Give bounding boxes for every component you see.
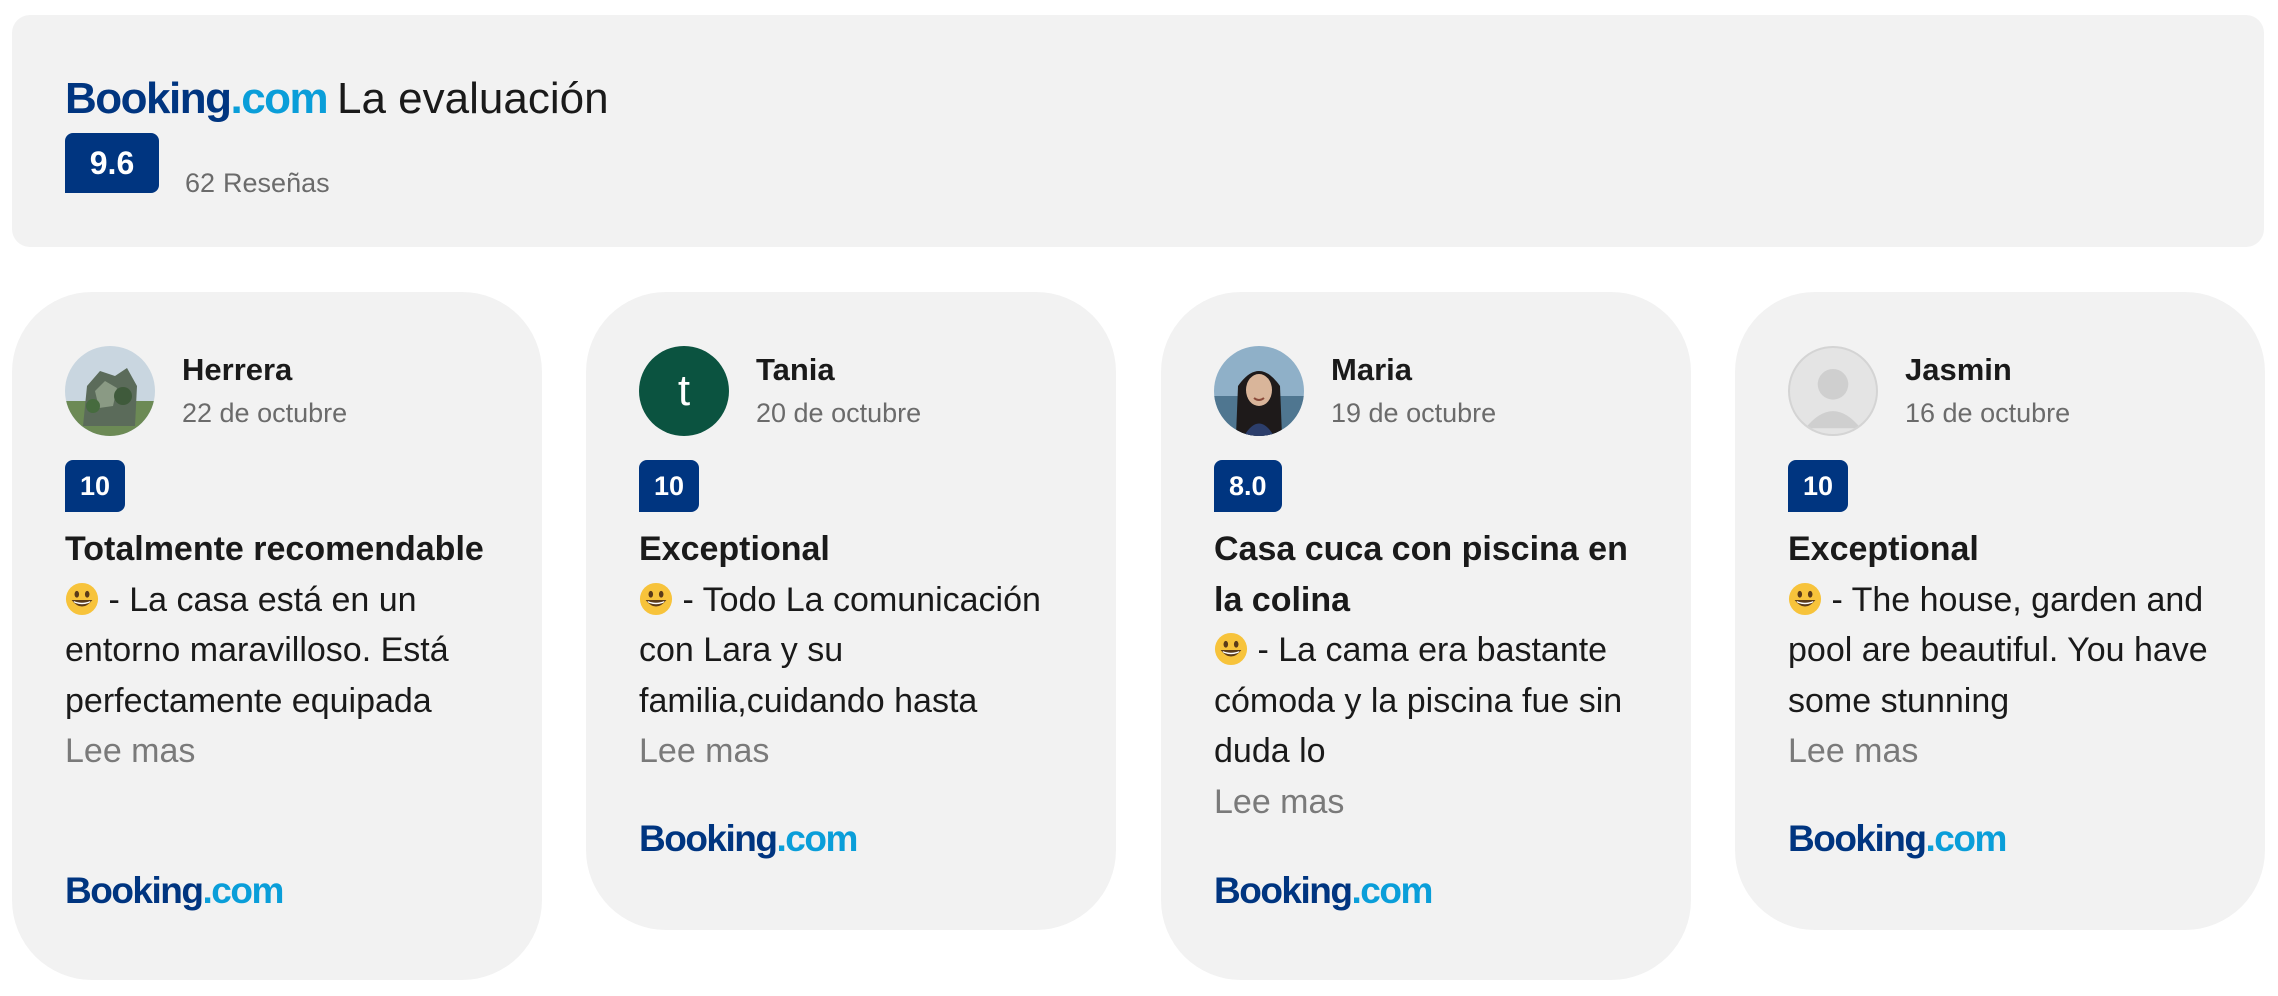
review-score-badge: 10 <box>639 460 700 512</box>
rating-summary-panel: Booking.com La evaluación 9.6 62 Reseñas <box>12 15 2264 247</box>
reviews-label: Reseñas <box>223 168 330 198</box>
review-title: Exceptional <box>1788 530 1979 568</box>
booking-logo[interactable]: Booking.com <box>65 866 284 916</box>
read-more-link[interactable]: Lee mas <box>639 726 1079 777</box>
review-text: - The house, garden and pool are beautif… <box>1788 575 2228 727</box>
reviewer-name: Tania <box>756 352 835 387</box>
review-card: Maria 19 de octubre 8.0 Casa cuca con pi… <box>1161 292 1691 980</box>
review-text: - La cama era bastante cómoda y la pisci… <box>1214 625 1654 777</box>
reviewer-name: Maria <box>1331 352 1412 387</box>
review-text-body: - La cama era bastante cómoda y la pisci… <box>1214 631 1623 770</box>
review-date: 20 de octubre <box>756 398 922 428</box>
review-title: Totalmente recomendable <box>65 530 484 568</box>
reviewer-name: Jasmin <box>1905 352 2012 387</box>
avatar <box>1788 346 1878 436</box>
booking-logo[interactable]: Booking.com <box>1788 814 2007 864</box>
review-text: - Todo La comunicación con Lara y su fam… <box>639 575 1079 727</box>
booking-logo[interactable]: Booking.com <box>65 69 329 129</box>
review-card: Jasmin 16 de octubre 10 Exceptional - Th… <box>1735 292 2265 930</box>
review-date: 19 de octubre <box>1331 398 1497 428</box>
review-date: 22 de octubre <box>182 398 348 428</box>
review-score-badge: 10 <box>65 460 126 512</box>
overall-score-badge: 9.6 <box>65 133 159 193</box>
grinning-face-icon <box>639 582 673 615</box>
avatar <box>65 346 155 436</box>
review-score-badge: 8.0 <box>1214 460 1282 512</box>
read-more-link[interactable]: Lee mas <box>1214 777 1654 828</box>
review-text-body: - The house, garden and pool are beautif… <box>1788 580 2208 720</box>
avatar-initial: t <box>677 366 691 415</box>
review-count-number: 62 <box>185 168 216 198</box>
review-card: t Tania 20 de octubre 10 Exceptional - T… <box>586 292 1116 930</box>
review-text-body: - La casa está en un entorno maravilloso… <box>65 580 449 720</box>
grinning-face-icon <box>1788 582 1822 615</box>
review-title: Casa cuca con piscina en la colina <box>1214 530 1628 619</box>
review-content: Casa cuca con piscina en la colina - La … <box>1214 524 1654 827</box>
grinning-face-icon <box>1214 632 1248 666</box>
user-silhouette-icon <box>1805 369 1861 429</box>
read-more-link[interactable]: Lee mas <box>1788 726 2228 777</box>
reviewer-name: Herrera <box>182 352 293 387</box>
review-score-badge: 10 <box>1788 460 1849 512</box>
review-content: Totalmente recomendable - La casa está e… <box>65 524 505 777</box>
page-title: La evaluación <box>337 74 609 123</box>
booking-logo[interactable]: Booking.com <box>639 814 858 864</box>
review-text-body: - Todo La comunicación con Lara y su fam… <box>639 580 1041 720</box>
grinning-face-icon <box>65 582 99 615</box>
review-count: 62 Reseñas <box>185 165 330 201</box>
review-card: Herrera 22 de octubre 10 Totalmente reco… <box>12 292 542 980</box>
review-content: Exceptional - Todo La comunicación con L… <box>639 524 1079 777</box>
review-date: 16 de octubre <box>1905 398 2071 428</box>
avatar <box>1214 346 1304 436</box>
review-text: - La casa está en un entorno maravilloso… <box>65 575 505 727</box>
avatar: t <box>639 346 729 436</box>
review-title: Exceptional <box>639 530 830 568</box>
review-content: Exceptional - The house, garden and pool… <box>1788 524 2228 777</box>
read-more-link[interactable]: Lee mas <box>65 726 505 777</box>
booking-logo[interactable]: Booking.com <box>1214 866 1433 916</box>
